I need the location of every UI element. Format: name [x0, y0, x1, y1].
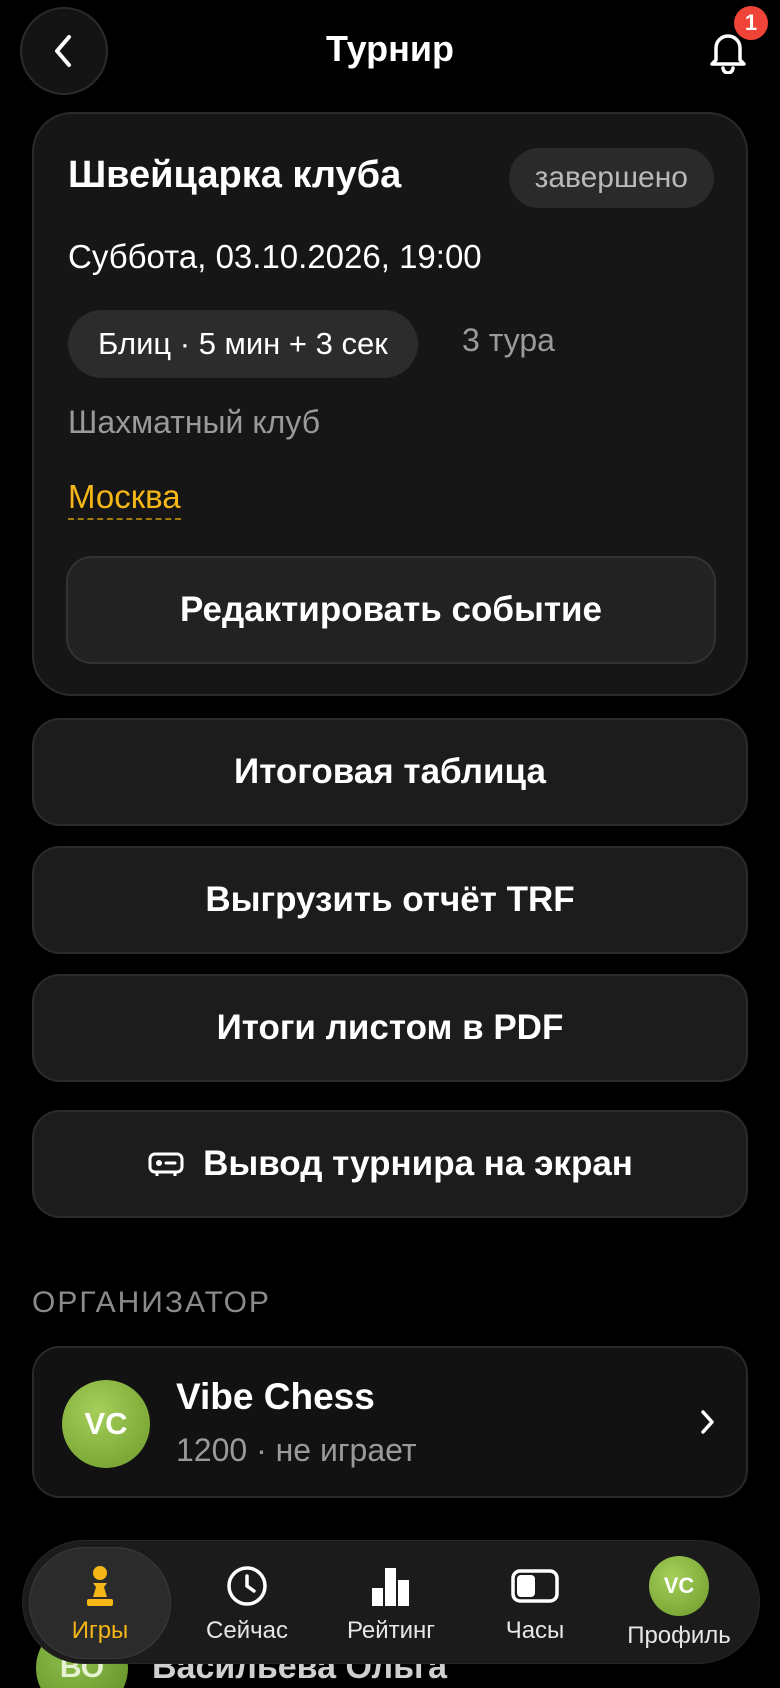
- edit-event-button[interactable]: Редактировать событие: [66, 556, 716, 664]
- nav-now-label: Сейчас: [206, 1617, 288, 1644]
- notification-badge: 1: [734, 6, 768, 40]
- nav-clock-label: Часы: [505, 1617, 565, 1644]
- organizer-section-label: ОРГАНИЗАТОР: [32, 1286, 271, 1319]
- event-date: Суббота, 03.10.2026, 19:00: [68, 238, 482, 275]
- nav-profile-label: Профиль: [627, 1622, 731, 1649]
- club-name: Шахматный клуб: [68, 404, 321, 440]
- export-trf-button[interactable]: Выгрузить отчёт TRF: [32, 846, 748, 954]
- city-link[interactable]: Москва: [68, 478, 181, 520]
- bar-chart-icon: [366, 1561, 416, 1611]
- final-table-label: Итоговая таблица: [234, 752, 546, 791]
- final-table-button[interactable]: Итоговая таблица: [32, 718, 748, 826]
- header: Турнир 1: [0, 0, 780, 104]
- nav-profile[interactable]: VC Профиль: [609, 1541, 749, 1665]
- time-control-pill: Блиц · 5 мин + 3 сек: [68, 310, 418, 378]
- nav-games-label: Игры: [71, 1617, 129, 1644]
- screen-output-label: Вывод турнира на экран: [203, 1144, 633, 1183]
- nav-rating-label: Рейтинг: [346, 1617, 436, 1644]
- nav-now[interactable]: Сейчас: [177, 1541, 317, 1665]
- display-icon: [148, 1152, 184, 1176]
- chevron-right-icon: [701, 1410, 714, 1434]
- organizer-card[interactable]: VC Vibe Chess 1200 · не играет: [32, 1346, 748, 1498]
- event-card: Швейцарка клуба завершено Суббота, 03.10…: [32, 112, 748, 696]
- chess-clock-icon: [510, 1561, 560, 1611]
- organizer-avatar: VC: [62, 1380, 150, 1468]
- nav-rating[interactable]: Рейтинг: [321, 1541, 461, 1665]
- nav-clock[interactable]: Часы: [465, 1541, 605, 1665]
- pdf-results-label: Итоги листом в PDF: [216, 1008, 564, 1047]
- screen-output-button[interactable]: Вывод турнира на экран: [32, 1110, 748, 1218]
- organizer-name: Vibe Chess: [176, 1376, 375, 1417]
- nav-games[interactable]: Игры: [29, 1547, 171, 1659]
- organizer-rating: 1200 · не играет: [176, 1432, 417, 1468]
- event-title: Швейцарка клуба: [68, 154, 402, 196]
- pdf-results-button[interactable]: Итоги листом в PDF: [32, 974, 748, 1082]
- page-title: Турнир: [325, 28, 455, 69]
- rounds-count: 3 тура: [462, 322, 555, 358]
- pawn-icon: [75, 1561, 125, 1611]
- clock-icon: [222, 1561, 272, 1611]
- export-trf-label: Выгрузить отчёт TRF: [205, 880, 575, 919]
- profile-avatar: VC: [649, 1556, 709, 1616]
- status-badge: завершено: [508, 148, 714, 208]
- bottom-nav: Игры Сейчас Рейтинг Часы VC Профиль: [22, 1540, 760, 1664]
